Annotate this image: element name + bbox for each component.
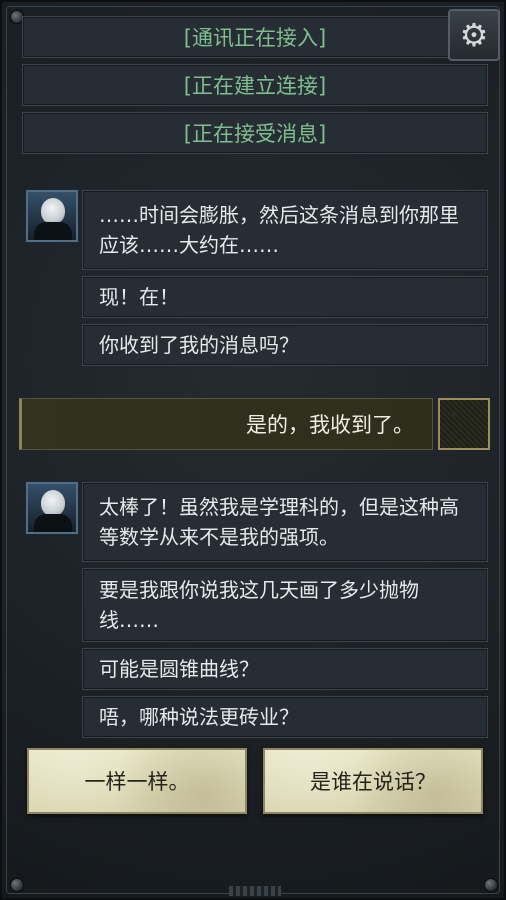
- npc-avatar: [26, 482, 78, 534]
- astronaut-helmet-icon: [41, 490, 65, 516]
- npc-message: 要是我跟你说我这几天画了多少抛物线……: [82, 568, 488, 642]
- npc-message: 太棒了！虽然我是学理科的，但是这种高等数学从来不是我的强项。: [82, 482, 488, 562]
- status-line-receiving: [正在接受消息]: [22, 112, 488, 154]
- rivet-bottom-left: [10, 878, 24, 892]
- player-avatar: [438, 398, 490, 450]
- rivet-bottom-right: [484, 878, 498, 892]
- astronaut-helmet-icon: [41, 198, 65, 224]
- gear-icon: ⚙: [459, 16, 489, 54]
- settings-button[interactable]: ⚙: [448, 9, 500, 61]
- npc-message: 现！在！: [82, 276, 488, 318]
- game-frame: [通讯正在接入] [正在建立连接] [正在接受消息] ⚙ ……时间会膨胀，然后这…: [0, 0, 506, 900]
- npc-message: 你收到了我的消息吗？: [82, 324, 488, 366]
- npc-message: ……时间会膨胀，然后这条消息到你那里应该……大约在……: [82, 190, 488, 270]
- status-line-connecting: [通讯正在接入]: [22, 16, 488, 58]
- player-reply: 是的，我收到了。: [19, 398, 433, 450]
- choice-button-same[interactable]: 一样一样。: [27, 748, 247, 814]
- bottom-notch: [229, 886, 281, 896]
- choice-button-who[interactable]: 是谁在说话？: [263, 748, 483, 814]
- status-line-establishing: [正在建立连接]: [22, 64, 488, 106]
- npc-avatar: [26, 190, 78, 242]
- npc-message: 唔，哪种说法更砖业？: [82, 696, 488, 738]
- npc-message: 可能是圆锥曲线？: [82, 648, 488, 690]
